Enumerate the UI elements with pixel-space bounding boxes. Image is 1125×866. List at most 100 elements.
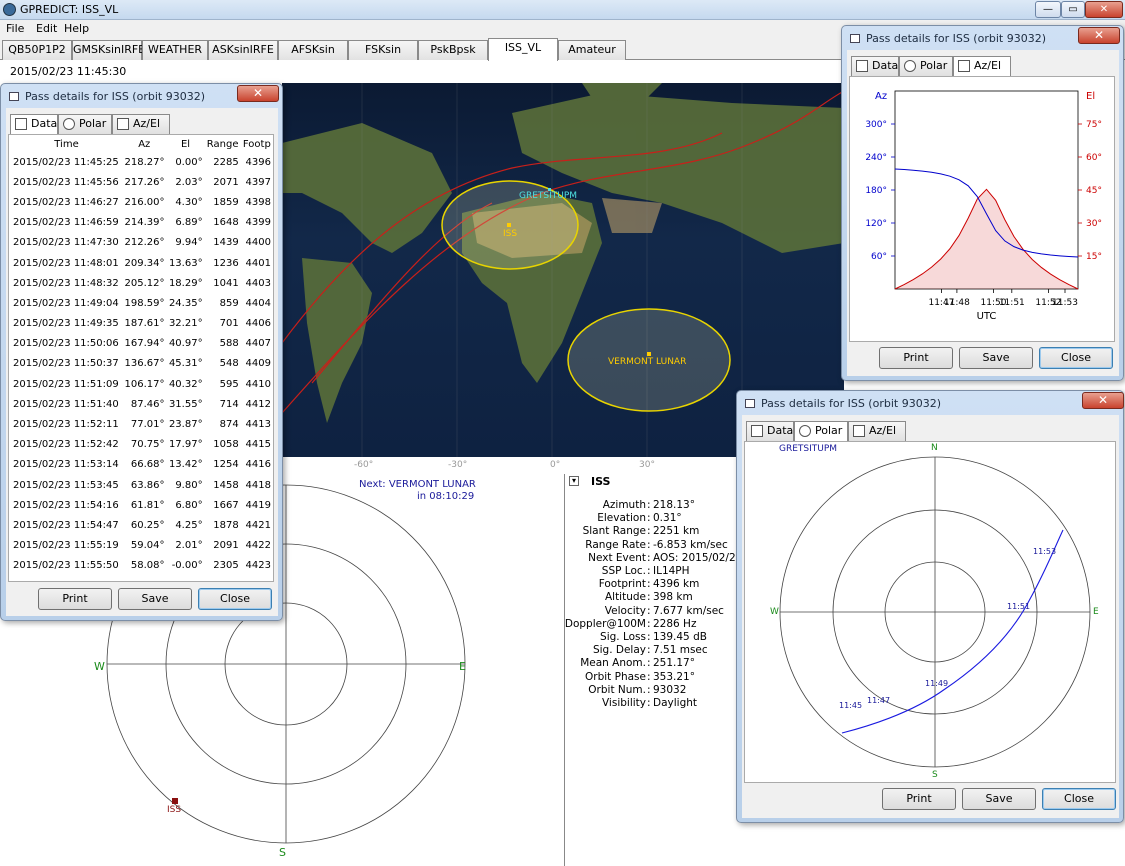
close-button[interactable]: Close <box>1039 347 1113 369</box>
dialog-body: Data Polar Az/El 300° 240° 180° 120° 60° Az 75… <box>847 50 1119 376</box>
table-row[interactable]: 2015/02/23 11:47:30 212.26° 9.94° 1439 4400 <box>11 233 273 253</box>
pass-table-container[interactable]: Time Az El Range Footp 2015/02/23 11:45:25 218… <box>8 134 274 582</box>
table-cell: 4416 <box>245 459 271 471</box>
column-header[interactable]: Footp <box>241 136 273 152</box>
info-row: Velocity:7.677 km/sec <box>565 605 745 618</box>
collapse-toggle-icon[interactable]: ▾ <box>569 476 579 486</box>
tab-pskbpsk[interactable]: PskBpsk <box>418 40 488 60</box>
vermont-lunar-station-marker[interactable] <box>647 352 651 356</box>
tab-asksinirfe[interactable]: ASKsinIRFE <box>208 40 278 60</box>
info-row: Doppler@100M:2286 Hz <box>565 618 745 631</box>
tab-qb50p1p2[interactable]: QB50P1P2 <box>2 40 72 60</box>
table-row[interactable]: 2015/02/23 11:51:09 106.17° 40.32° 595 4410 <box>11 374 273 394</box>
table-row[interactable]: 2015/02/23 11:53:45 63.86° 9.80° 1458 4418 <box>11 475 273 495</box>
table-row[interactable]: 2015/02/23 11:48:01 209.34° 13.63° 1236 4401 <box>11 253 273 273</box>
info-separator: : <box>647 683 651 696</box>
print-button[interactable]: Print <box>882 788 956 810</box>
tab-iss-vl[interactable]: ISS_VL <box>488 38 558 61</box>
table-cell: 217.26° <box>124 176 165 188</box>
table-cell: 4409 <box>245 358 271 370</box>
tab-gmsksinirfe[interactable]: GMSKsinIRFE <box>72 40 145 60</box>
table-row[interactable]: 2015/02/23 11:48:32 205.12° 18.29° 1041 4403 <box>11 273 273 293</box>
column-header[interactable]: Time <box>11 136 122 152</box>
menu-help[interactable]: Help <box>64 22 89 35</box>
table-row[interactable]: 2015/02/23 11:53:14 66.68° 13.42° 1254 4416 <box>11 455 273 475</box>
info-value: 353.21° <box>653 670 695 683</box>
close-button[interactable]: Close <box>1042 788 1116 810</box>
tab-data[interactable]: Data <box>746 421 794 441</box>
table-row[interactable]: 2015/02/23 11:54:16 61.81° 6.80° 1667 4419 <box>11 495 273 515</box>
tab-azel[interactable]: Az/El <box>112 114 170 134</box>
table-row[interactable]: 2015/02/23 11:45:25 218.27° 0.00° 2285 4396 <box>11 152 273 172</box>
dialog-close-x-button[interactable]: ✕ <box>1082 392 1124 409</box>
iss-marker[interactable] <box>507 223 511 227</box>
tab-weather[interactable]: WEATHER <box>142 40 208 60</box>
tab-azel[interactable]: Az/El <box>848 421 906 441</box>
table-cell: 2015/02/23 11:54:47 <box>13 519 119 531</box>
close-button[interactable]: Close <box>198 588 272 610</box>
tab-polar[interactable]: Polar <box>794 421 848 441</box>
map-label-vermont-lunar: VERMONT LUNAR <box>608 357 687 367</box>
table-row[interactable]: 2015/02/23 11:51:40 87.46° 31.55° 714 4412 <box>11 394 273 414</box>
menu-edit[interactable]: Edit <box>36 22 57 35</box>
table-row[interactable]: 2015/02/23 11:46:27 216.00° 4.30° 1859 4398 <box>11 192 273 212</box>
info-separator: : <box>647 644 651 657</box>
table-cell: 205.12° <box>124 277 165 289</box>
save-button[interactable]: Save <box>962 788 1036 810</box>
table-row[interactable]: 2015/02/23 11:49:35 187.61° 32.21° 701 4406 <box>11 314 273 334</box>
satellite-info-panel: ▾ ISS Azimuth:218.13° Elevation:0.31° Slan… <box>564 474 752 866</box>
table-row[interactable]: 2015/02/23 11:50:06 167.94° 40.97° 588 4407 <box>11 334 273 354</box>
table-cell: 70.75° <box>130 439 165 451</box>
tab-data[interactable]: Data <box>10 114 58 134</box>
window-close-button[interactable]: ✕ <box>1085 1 1123 18</box>
tab-polar[interactable]: Polar <box>899 56 953 76</box>
tab-fsksin[interactable]: FSKsin <box>348 40 418 60</box>
table-row[interactable]: 2015/02/23 11:52:11 77.01° 23.87° 874 4413 <box>11 414 273 434</box>
dialog-close-x-button[interactable]: ✕ <box>237 85 279 102</box>
minimize-button[interactable]: — <box>1035 1 1061 18</box>
column-header[interactable]: Range <box>205 136 241 152</box>
info-row: Sig. Loss:139.45 dB <box>565 631 745 644</box>
info-value: 251.17° <box>653 657 695 670</box>
polar-tab-icon <box>63 118 75 130</box>
tab-afsksin[interactable]: AFSKsin <box>278 40 348 60</box>
tab-amateur[interactable]: Amateur <box>558 40 626 60</box>
info-row: Next Event: AOS: 2015/02/23 1 <box>565 552 752 565</box>
iss-polar-marker[interactable] <box>172 798 178 804</box>
maximize-button[interactable]: ▭ <box>1061 1 1085 18</box>
table-row[interactable]: 2015/02/23 11:45:56 217.26° 2.03° 2071 4397 <box>11 172 273 192</box>
tab-polar[interactable]: Polar <box>58 114 112 134</box>
table-row[interactable]: 2015/02/23 11:55:50 58.08° -0.00° 2305 4423 <box>11 556 273 576</box>
column-header[interactable]: Az <box>122 136 167 152</box>
save-button[interactable]: Save <box>959 347 1033 369</box>
lon-tick: -30° <box>448 460 468 470</box>
info-separator: : <box>647 591 651 604</box>
table-cell: 4399 <box>245 217 271 229</box>
tab-data[interactable]: Data <box>851 56 899 76</box>
info-row: Orbit Phase:353.21° <box>565 671 745 684</box>
info-row: SSP Loc.: IL14PH <box>565 565 745 578</box>
column-header[interactable]: El <box>167 136 205 152</box>
print-button[interactable]: Print <box>38 588 112 610</box>
table-cell: 2015/02/23 11:48:32 <box>13 277 119 289</box>
table-row[interactable]: 2015/02/23 11:46:59 214.39° 6.89° 1648 4399 <box>11 213 273 233</box>
table-cell: 32.21° <box>168 318 203 330</box>
save-button[interactable]: Save <box>118 588 192 610</box>
print-button[interactable]: Print <box>879 347 953 369</box>
table-row[interactable]: 2015/02/23 11:55:19 59.04° 2.01° 2091 4422 <box>11 536 273 556</box>
tab-data-label: Data <box>31 117 58 130</box>
table-row[interactable]: 2015/02/23 11:52:42 70.75° 17.97° 1058 4415 <box>11 435 273 455</box>
table-row[interactable]: 2015/02/23 11:49:04 198.59° 24.35° 859 4404 <box>11 293 273 313</box>
print-label: Print <box>62 592 88 605</box>
table-row[interactable]: 2015/02/23 11:54:47 60.25° 4.25° 1878 4421 <box>11 515 273 535</box>
menu-file[interactable]: File <box>6 22 24 35</box>
info-key: Azimuth <box>602 499 646 511</box>
pass-polar-time-label: 11:51 <box>1007 602 1031 611</box>
dialog-close-x-button[interactable]: ✕ <box>1078 27 1120 44</box>
tab-azel[interactable]: Az/El <box>953 56 1011 76</box>
info-row: Azimuth:218.13° <box>565 499 745 512</box>
polar-west-label: W <box>94 660 105 673</box>
table-row[interactable]: 2015/02/23 11:50:37 136.67° 45.31° 548 4409 <box>11 354 273 374</box>
info-separator: : <box>647 525 651 538</box>
table-cell: 1878 <box>213 519 239 531</box>
